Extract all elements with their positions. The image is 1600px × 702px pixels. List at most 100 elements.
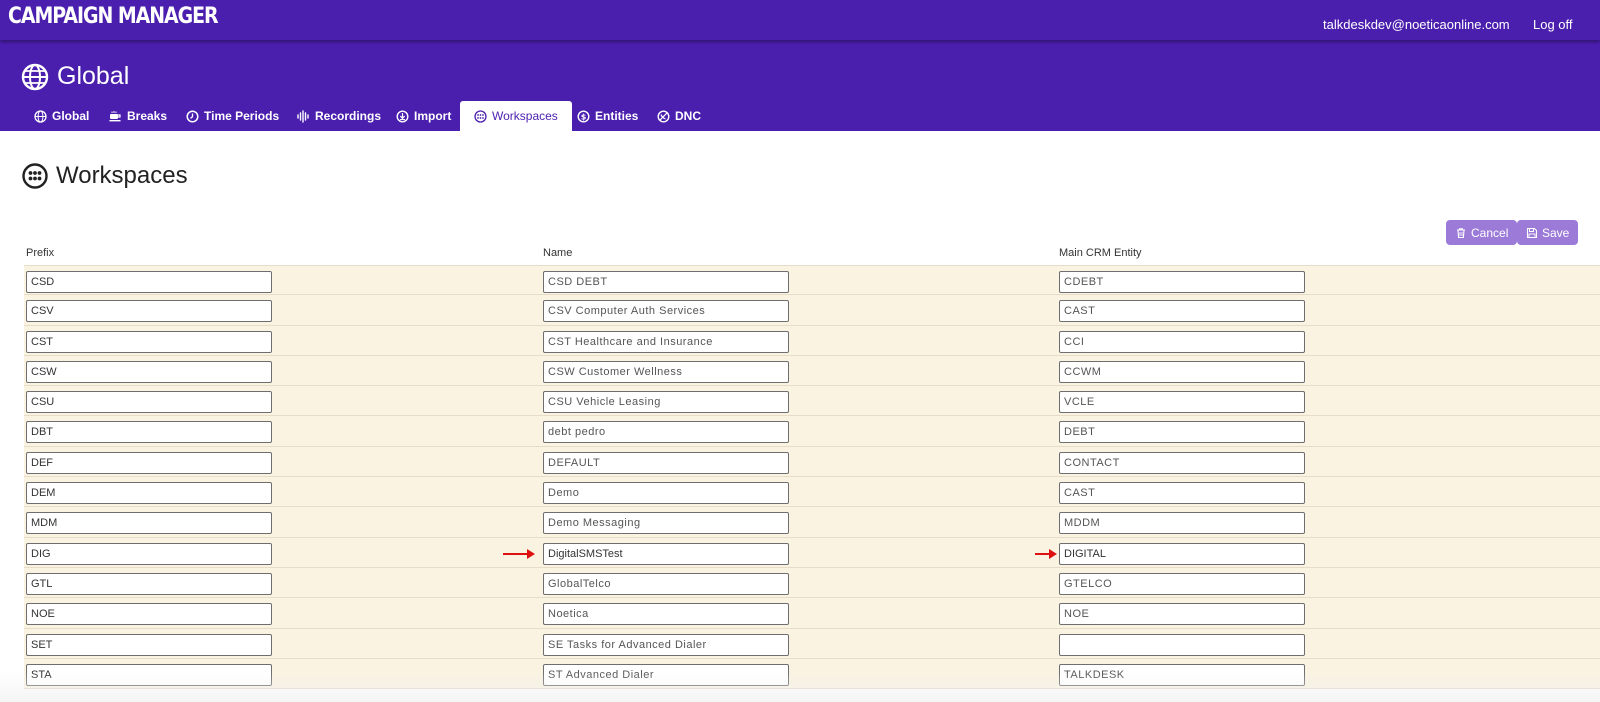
entity-field[interactable] [1059, 330, 1305, 353]
page-header: Global Global Breaks Time Periods Record… [0, 40, 1600, 131]
table-row [24, 507, 1600, 538]
entity-field[interactable] [1059, 391, 1305, 414]
entity-field[interactable] [1059, 451, 1305, 474]
app-title: CAMPAIGN MANAGER [8, 4, 219, 29]
table-row [24, 295, 1600, 326]
table-row [24, 477, 1600, 508]
entity-field[interactable] [1059, 482, 1305, 505]
prefix-field[interactable] [26, 512, 272, 535]
prefix-field[interactable] [26, 663, 272, 686]
tab-import[interactable]: Import [396, 101, 451, 131]
tab-time-periods[interactable]: Time Periods [186, 101, 279, 131]
tab-label: Import [414, 109, 452, 123]
entity-field[interactable] [1059, 421, 1305, 444]
name-field[interactable] [543, 300, 789, 323]
table-row [24, 658, 1600, 690]
clock-icon [186, 109, 199, 123]
page-title: Global [57, 62, 130, 90]
prefix-field[interactable] [26, 271, 272, 293]
section-title: Workspaces [56, 162, 188, 189]
prefix-field[interactable] [26, 633, 272, 656]
entity-field[interactable] [1059, 572, 1305, 595]
table-row [24, 355, 1600, 387]
top-bar: CAMPAIGN MANAGER talkdeskdev@noeticaonli… [0, 0, 1600, 40]
prefix-field[interactable] [26, 360, 272, 383]
tab-entities[interactable]: $ Entities [577, 101, 638, 131]
globe-icon [34, 109, 47, 123]
name-field[interactable] [543, 633, 789, 656]
prefix-field[interactable] [26, 391, 272, 414]
name-field[interactable] [543, 451, 789, 474]
tab-workspaces[interactable]: Workspaces [460, 101, 572, 131]
save-label: Save [1542, 225, 1570, 240]
tab-dnc[interactable]: DNC [657, 101, 701, 131]
tab-label: Entities [595, 109, 639, 123]
name-field[interactable] [543, 542, 789, 565]
table-row [24, 416, 1600, 447]
table-row [24, 628, 1600, 659]
cancel-button[interactable]: Cancel [1446, 220, 1518, 245]
svg-text:$: $ [581, 112, 587, 121]
entity-field[interactable] [1059, 603, 1305, 626]
table-row [24, 325, 1600, 356]
name-field[interactable] [543, 512, 789, 535]
prefix-field[interactable] [26, 300, 272, 323]
trash-icon [1457, 227, 1465, 238]
name-field[interactable] [543, 482, 789, 505]
annotation-arrow [1035, 548, 1057, 559]
tab-label: Time Periods [204, 109, 280, 123]
tab-breaks[interactable]: Breaks [109, 101, 167, 131]
name-field[interactable] [543, 663, 789, 686]
table-row [24, 537, 1600, 568]
tab-label: DNC [675, 109, 701, 123]
entity-field[interactable] [1059, 360, 1305, 383]
tab-label: Recordings [315, 109, 382, 123]
name-field[interactable] [543, 271, 789, 293]
name-field[interactable] [543, 603, 789, 626]
table-row [24, 265, 1600, 296]
tab-label: Global [52, 109, 90, 123]
logoff-link[interactable]: Log off [1533, 17, 1573, 32]
entity-field[interactable] [1059, 512, 1305, 535]
workspaces-table [24, 265, 1600, 690]
annotation-arrow [503, 548, 535, 559]
name-field[interactable] [543, 360, 789, 383]
save-button[interactable]: Save [1517, 220, 1579, 245]
table-row [24, 386, 1600, 417]
prefix-field[interactable] [26, 451, 272, 474]
prefix-field[interactable] [26, 542, 272, 565]
prefix-field[interactable] [26, 482, 272, 505]
prefix-field[interactable] [26, 603, 272, 626]
tab-label: Breaks [127, 109, 168, 123]
import-icon [396, 109, 409, 123]
name-field[interactable] [543, 391, 789, 414]
table-row [24, 567, 1600, 599]
prefix-field[interactable] [26, 572, 272, 595]
entity-field[interactable] [1059, 663, 1305, 686]
entities-icon: $ [577, 109, 590, 123]
entity-field[interactable] [1059, 542, 1305, 565]
tab-recordings[interactable]: Recordings [297, 101, 381, 131]
name-field[interactable] [543, 330, 789, 353]
entity-field[interactable] [1059, 271, 1305, 293]
column-header-entity: Main CRM Entity [1059, 247, 1142, 259]
tab-label: Workspaces [492, 109, 558, 123]
entity-field[interactable] [1059, 633, 1305, 656]
globe-icon [21, 63, 49, 91]
name-field[interactable] [543, 421, 789, 444]
prefix-field[interactable] [26, 421, 272, 444]
column-header-name: Name [543, 247, 573, 259]
table-row [24, 598, 1600, 629]
name-field[interactable] [543, 572, 789, 595]
user-email: talkdeskdev@noeticaonline.com [1323, 17, 1510, 32]
waveform-icon [297, 109, 309, 123]
tab-global[interactable]: Global [34, 101, 89, 131]
dnc-icon [657, 109, 670, 123]
workspaces-icon [474, 109, 487, 123]
column-header-prefix: Prefix [26, 247, 55, 259]
workspaces-icon [22, 163, 48, 189]
save-icon [1526, 227, 1538, 238]
cancel-label: Cancel [1471, 225, 1509, 240]
prefix-field[interactable] [26, 330, 272, 353]
entity-field[interactable] [1059, 300, 1305, 323]
